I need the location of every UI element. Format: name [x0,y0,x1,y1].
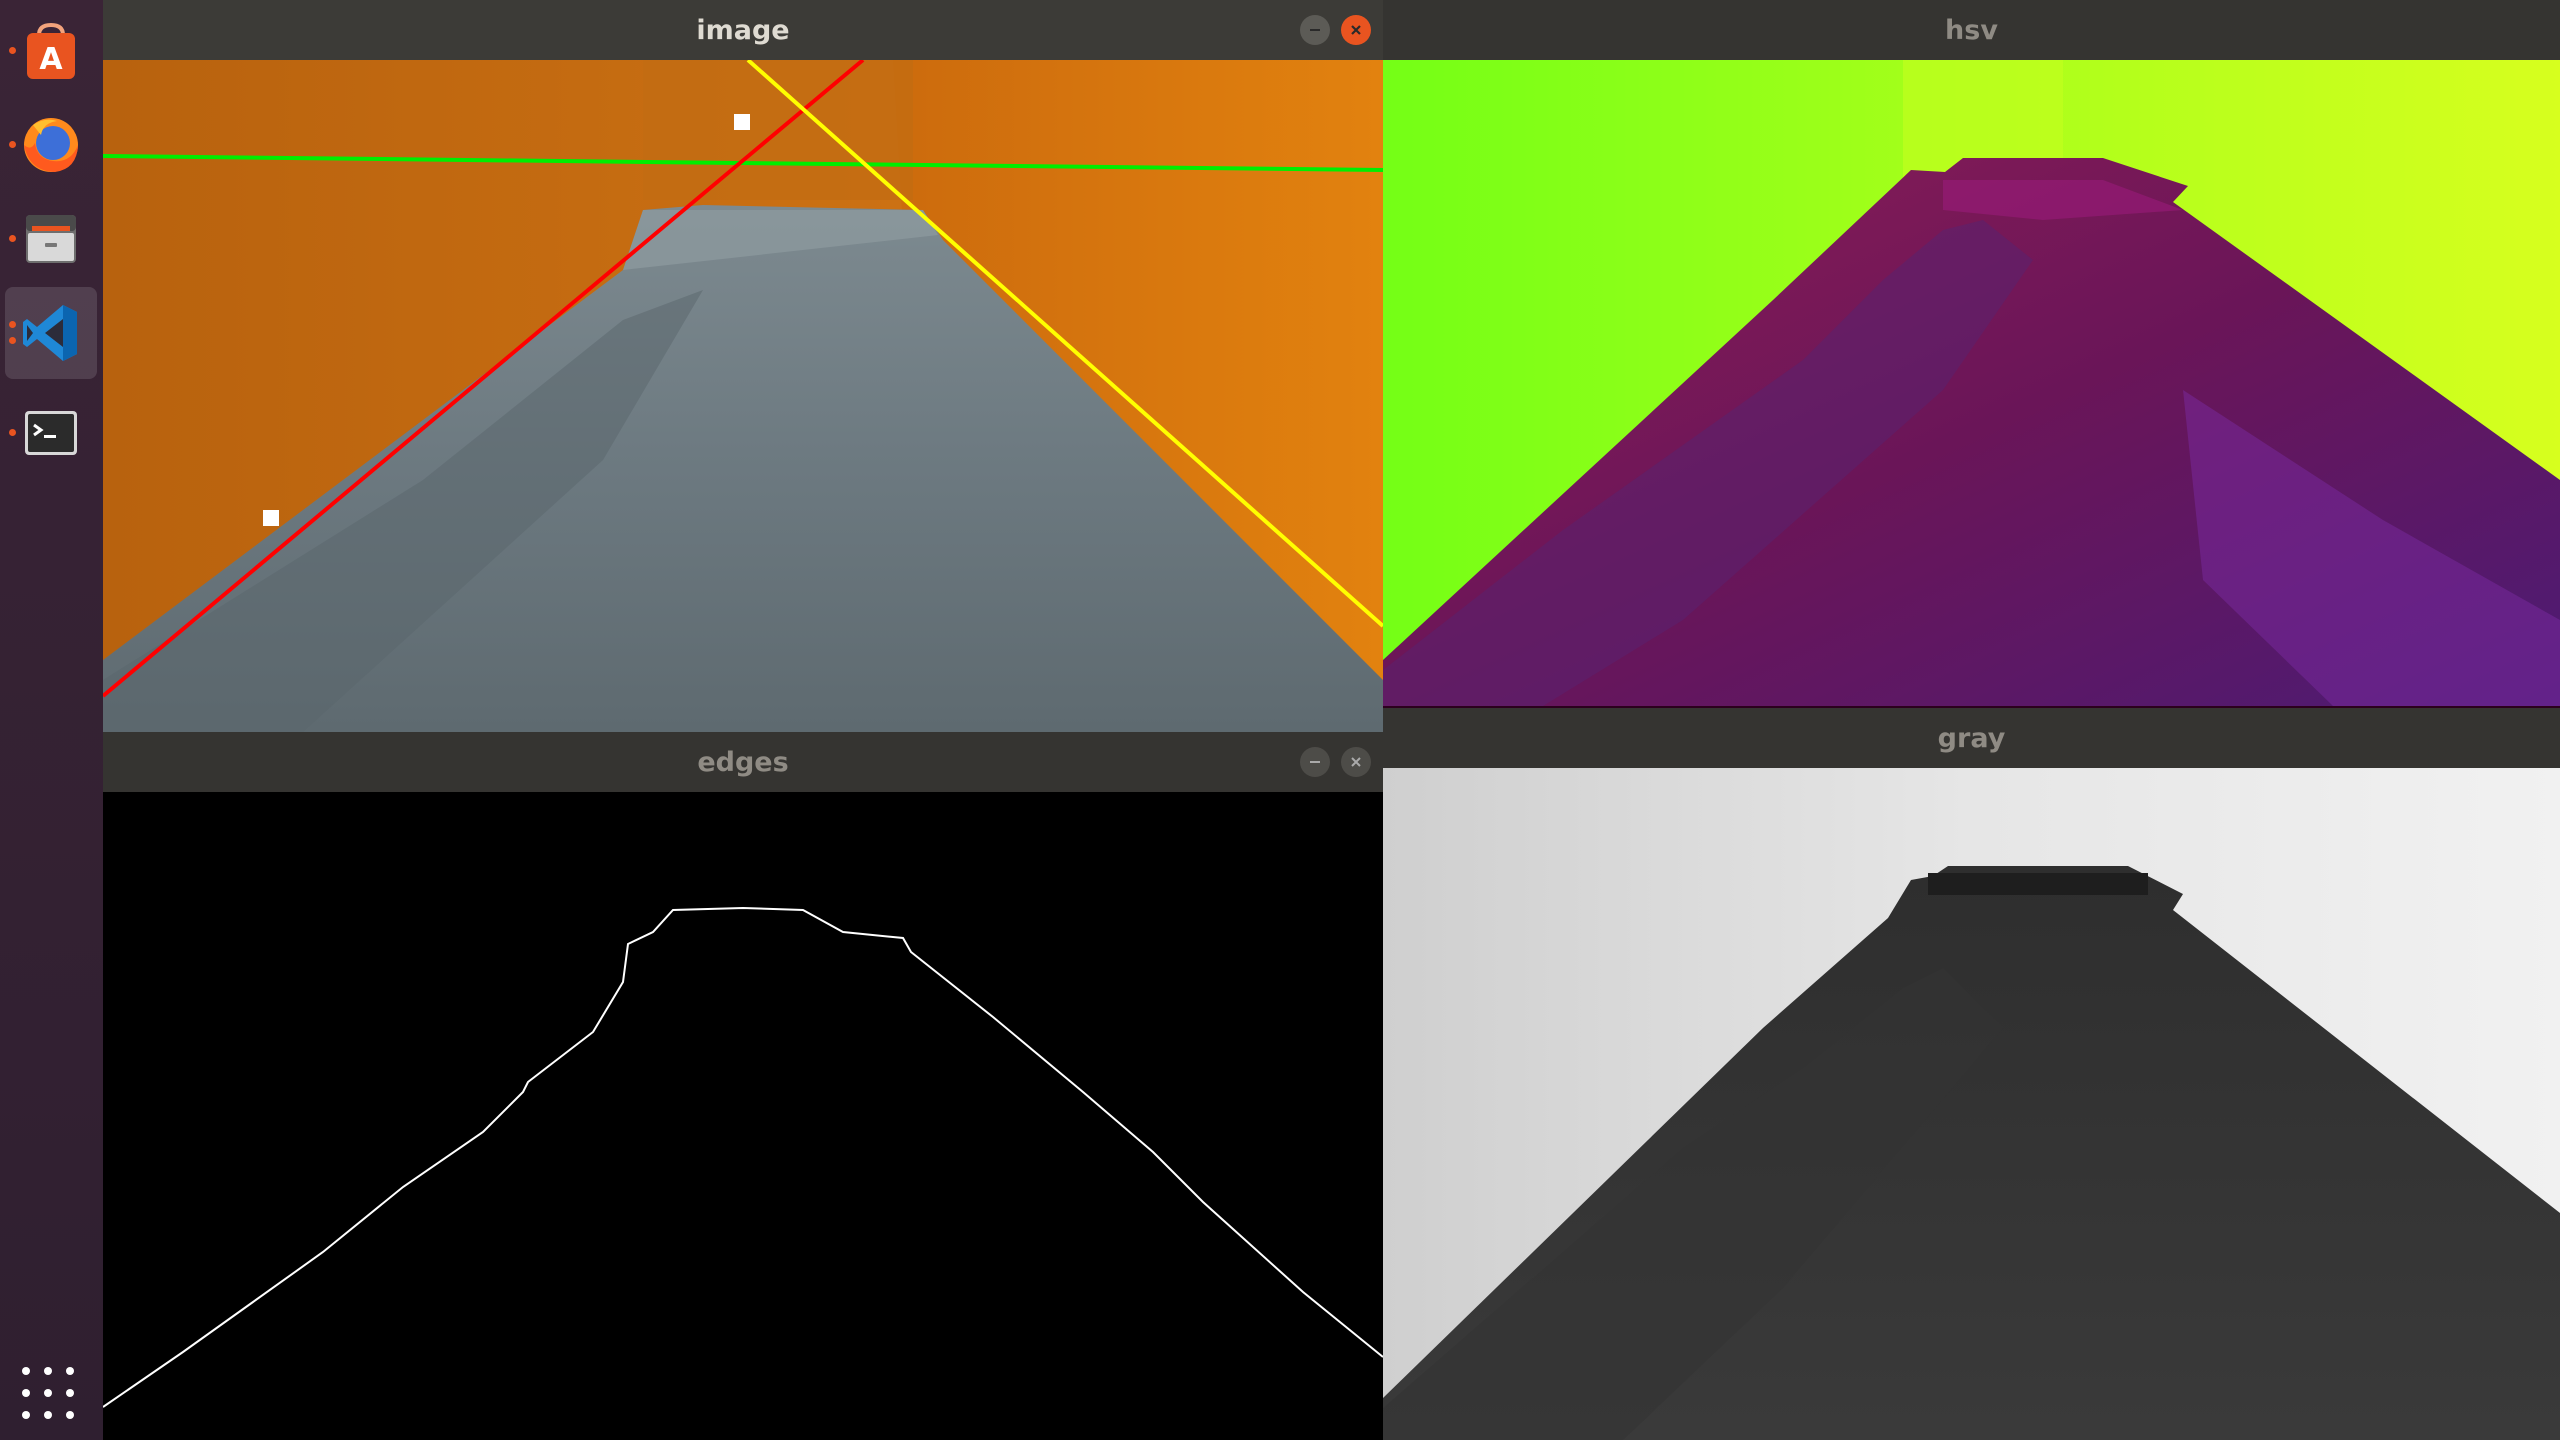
marker-point [263,510,279,526]
close-icon [1351,25,1361,35]
window-title: image [696,14,790,46]
close-icon [1351,757,1361,767]
vscode-icon [23,305,77,361]
files-icon [26,215,76,263]
marker-point [734,114,750,130]
dock-item-vscode[interactable] [5,287,97,379]
minimize-icon [1310,29,1320,31]
dock-item-files[interactable] [5,193,97,285]
window-title: hsv [1945,14,1998,46]
hsv-image [1383,60,2560,706]
image-titlebar[interactable]: image [103,0,1383,60]
hsv-titlebar[interactable]: hsv [1383,0,2560,60]
close-button[interactable] [1341,15,1371,45]
running-indicator [9,429,16,436]
gray-titlebar[interactable]: gray [1383,708,2560,768]
image-frame [103,60,1383,732]
running-indicator [9,235,16,242]
dock-item-terminal[interactable] [5,387,97,479]
edges-window[interactable]: edges [103,732,1383,1440]
close-button[interactable] [1341,747,1371,777]
dock-item-firefox[interactable] [5,99,97,191]
ubuntu-software-icon: A [27,22,75,79]
running-indicator [9,47,16,54]
gray-window[interactable]: gray [1383,708,2560,1440]
dock-item-ubuntu-software[interactable]: A [5,5,97,97]
dock: A [0,0,103,1440]
minimize-button[interactable] [1300,747,1330,777]
running-indicator [9,321,16,328]
terminal-icon [25,411,77,455]
window-title: gray [1937,722,2006,754]
hsv-window[interactable]: hsv [1383,0,2560,706]
edges-image [103,792,1383,1440]
image-window[interactable]: image [103,0,1383,732]
minimize-icon [1310,761,1320,763]
gray-image [1383,768,2560,1440]
running-indicator [9,337,16,344]
show-applications-icon[interactable] [22,1367,82,1427]
running-indicator [9,141,16,148]
window-title: edges [697,746,789,778]
edges-titlebar[interactable]: edges [103,732,1383,792]
svg-text:A: A [39,42,63,77]
minimize-button[interactable] [1300,15,1330,45]
firefox-icon [24,118,78,172]
